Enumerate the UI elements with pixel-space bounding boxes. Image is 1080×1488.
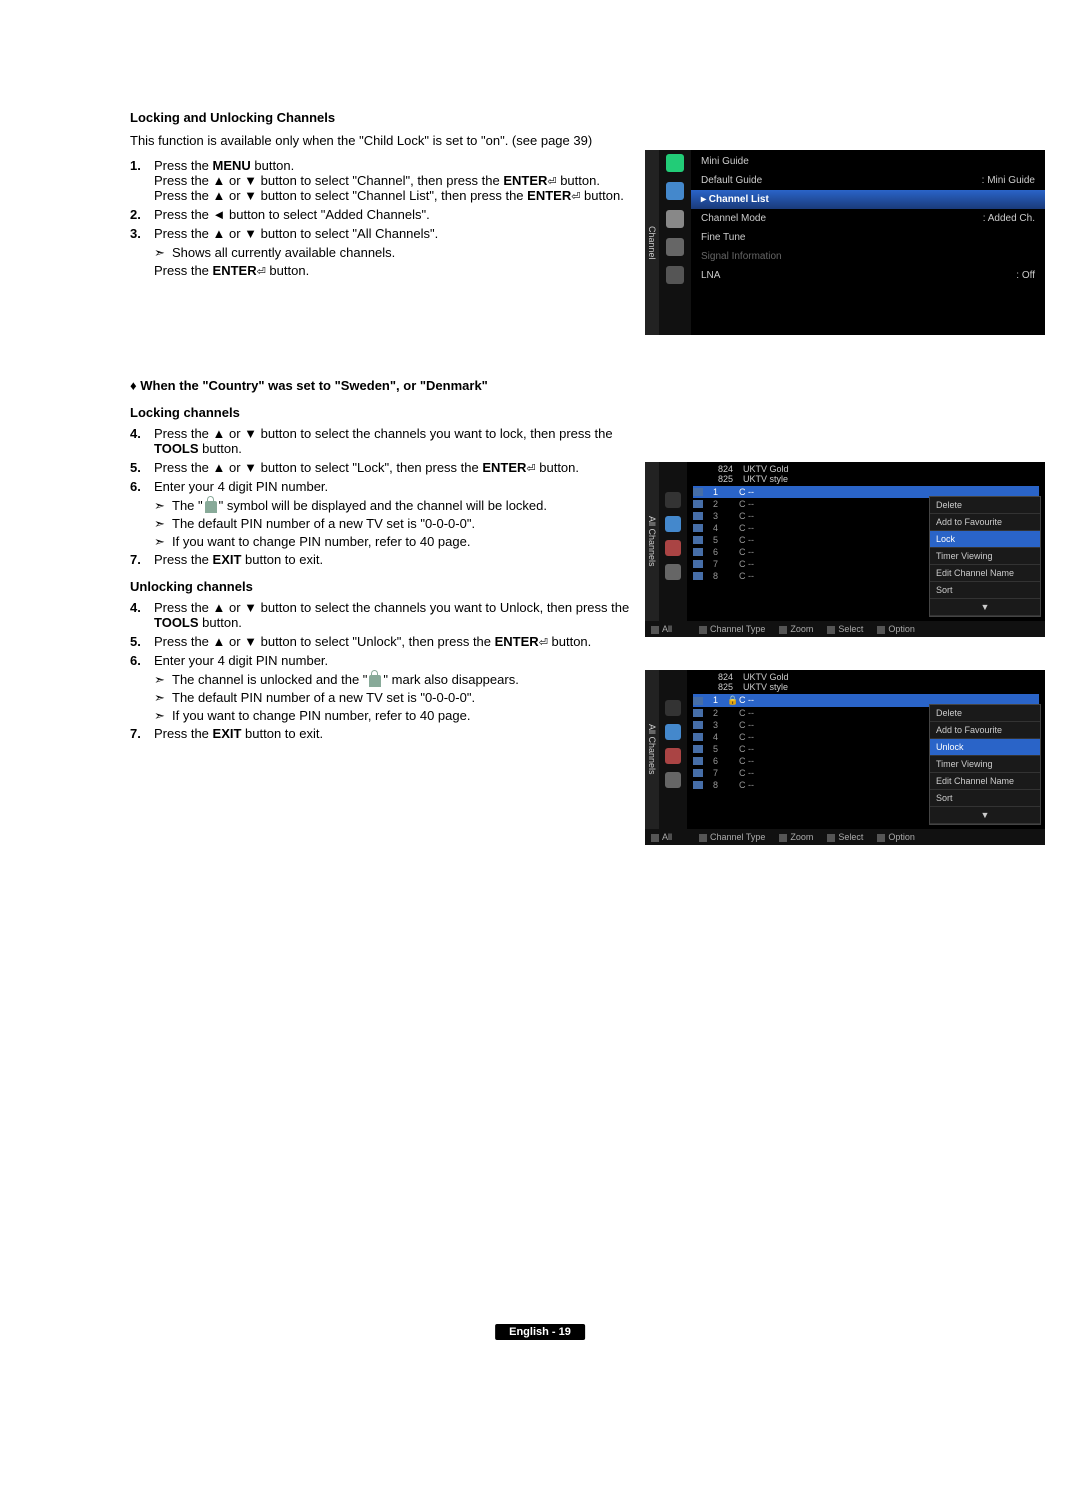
step-text: Press the ▲ or ▼ button to select "All C… [154,226,634,241]
context-menu-item: Lock [930,531,1040,548]
context-menu-item: Add to Favourite [930,722,1040,739]
context-menu-item: Sort [930,582,1040,599]
enter-icon [526,460,535,475]
channel-list-unlock-screenshot: All Channels 824UKTV Gold825UKTV style 1… [645,670,1045,845]
tv-menu-item: Fine Tune [691,228,1045,247]
list-icon [665,700,681,716]
context-menu-item: Sort [930,790,1040,807]
menu-icon [666,182,684,200]
intro-text: This function is available only when the… [130,133,960,148]
context-menu-item: Edit Channel Name [930,773,1040,790]
page-footer: English - 19 [495,1324,585,1340]
section-title: Locking and Unlocking Channels [130,110,960,125]
channel-list-footer: All Channel Type Zoom Select Option [645,829,1045,845]
context-menu-item: ▼ [930,599,1040,616]
menu-icon [666,266,684,284]
tv-menu-item: ▸ Channel List [691,190,1045,209]
context-menu-item: Timer Viewing [930,756,1040,773]
list-icon [665,540,681,556]
channel-list-footer: All Channel Type Zoom Select Option [645,621,1045,637]
list-icon [665,492,681,508]
lock-icon [369,675,381,687]
tv-menu-item: Mini Guide [691,152,1045,171]
arrow-icon: ➣ [154,245,172,261]
menu-icon [666,210,684,228]
enter-icon [257,263,266,278]
list-icon [665,564,681,580]
tv-menu-item: Signal Information [691,247,1045,266]
list-icon [665,724,681,740]
list-icon [665,516,681,532]
tv-menu-item: Default Guide: Mini Guide [691,171,1045,190]
tv-menu-item: LNA: Off [691,266,1045,285]
channel-list-lock-screenshot: All Channels 824UKTV Gold825UKTV style 1… [645,462,1045,637]
step-text: Press the MENU button. Press the ▲ or ▼ … [154,158,634,203]
context-menu-item: Delete [930,705,1040,722]
context-menu: DeleteAdd to FavouriteLockTimer ViewingE… [929,496,1041,617]
step-number: 2. [130,207,154,222]
step-number: 3. [130,226,154,241]
tv-menu-icons [659,150,691,335]
enter-icon [539,634,548,649]
step-text: Press the ENTER button. [154,263,634,278]
context-menu-item: Add to Favourite [930,514,1040,531]
list-icon [665,748,681,764]
step-text: Press the ◄ button to select "Added Chan… [154,207,634,222]
tv-menu-side-label: Channel [645,150,659,335]
menu-icon [666,238,684,256]
tv-menu-item: Channel Mode: Added Ch. [691,209,1045,228]
locking-heading: Locking channels [130,405,960,420]
tv-menu-screenshot: Channel Mini GuideDefault Guide: Mini Gu… [645,150,1045,335]
menu-icon [666,154,684,172]
context-menu-item: Timer Viewing [930,548,1040,565]
enter-icon [547,173,556,188]
context-menu-item: ▼ [930,807,1040,824]
country-note: ♦ When the "Country" was set to "Sweden"… [130,378,960,393]
context-menu-item: Delete [930,497,1040,514]
lock-icon [205,501,217,513]
step-number: 1. [130,158,154,203]
context-menu-item: Unlock [930,739,1040,756]
context-menu-item: Edit Channel Name [930,565,1040,582]
context-menu: DeleteAdd to FavouriteUnlockTimer Viewin… [929,704,1041,825]
list-icon [665,772,681,788]
